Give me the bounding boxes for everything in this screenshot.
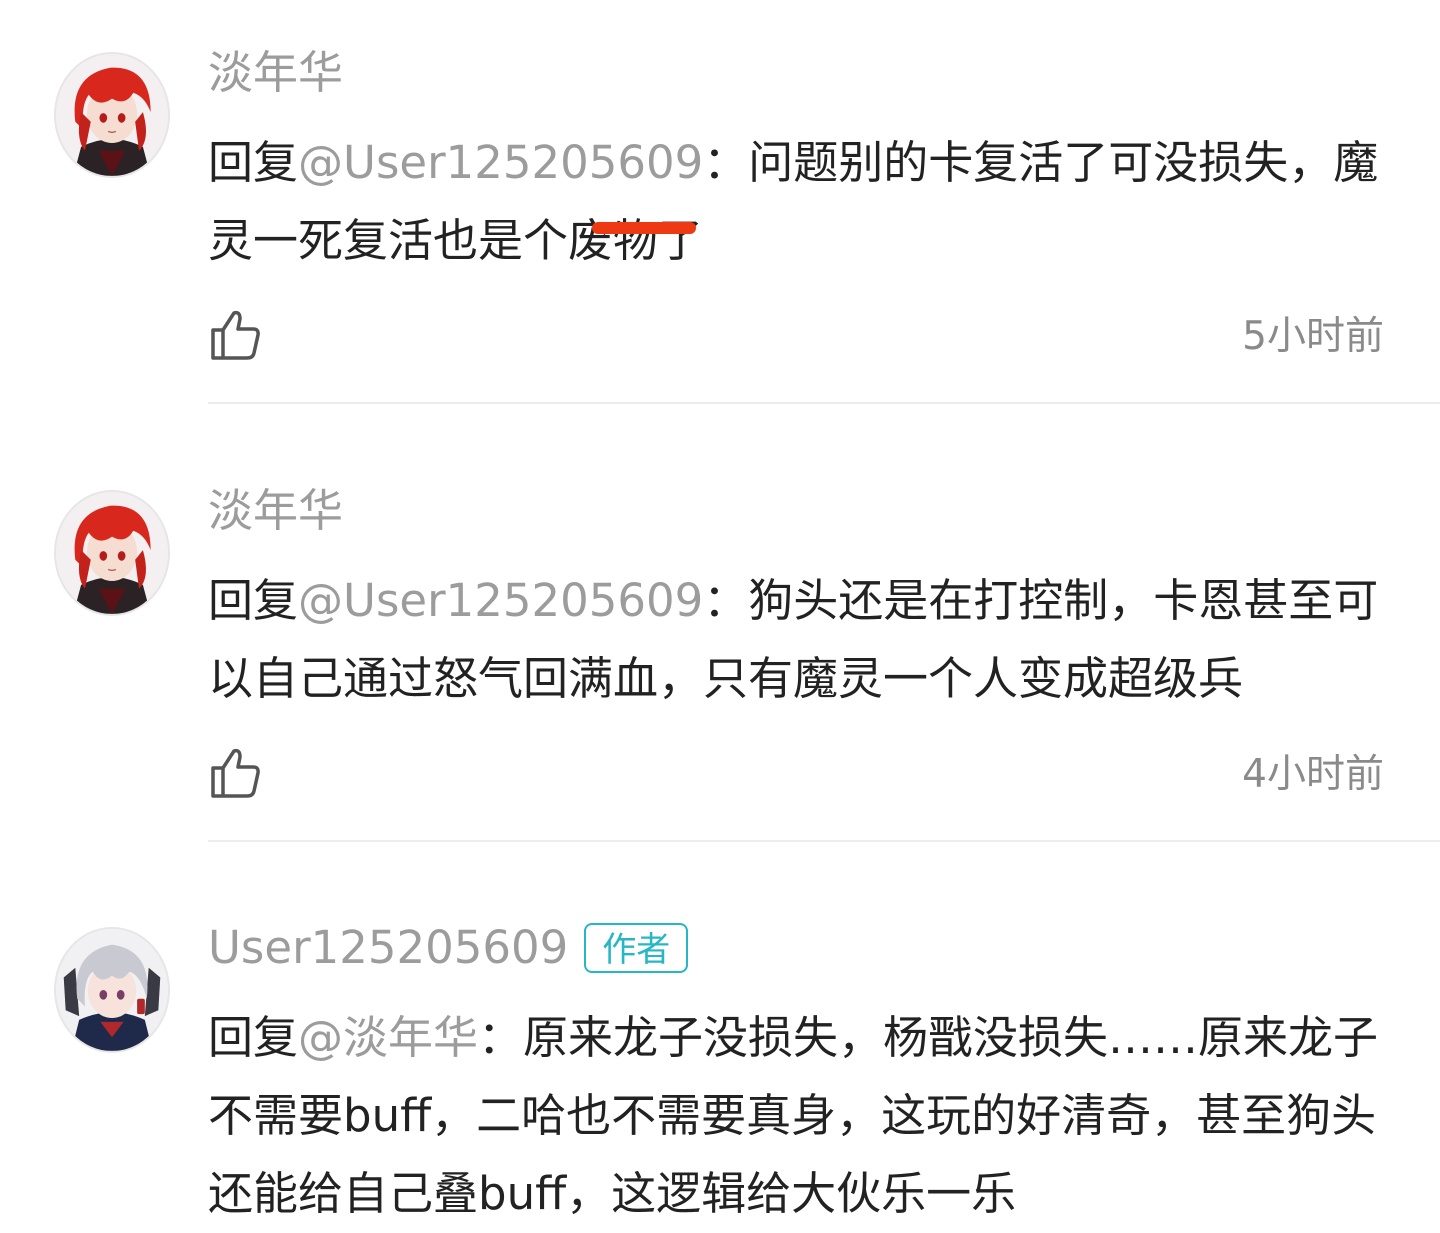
username[interactable]: 淡年华 [208,482,343,540]
reply-prefix: 回复 [208,1011,299,1064]
thumbs-up-icon[interactable] [208,308,262,362]
red-haired-anime-character-avatar [56,492,168,614]
mention-link[interactable]: @淡年华 [298,1011,478,1064]
comment-body: 回复@User125205609：问题别的卡复活了可没损失，魔灵一死复活也是个废… [208,124,1408,280]
censored-word: 废物 [568,214,697,267]
divider [208,840,1440,842]
censor-strike-mark [592,222,697,234]
comment-body: 回复@淡年华：原来龙子没损失，杨戬没损失……原来龙子不需要buff，二哈也不需要… [208,999,1408,1233]
divider [208,402,1440,404]
timestamp: 5小时前 [1242,314,1384,359]
username-text[interactable]: 淡年华 [208,482,343,540]
mention-link[interactable]: @User125205609 [298,136,703,189]
red-haired-anime-character-avatar [56,54,168,176]
username[interactable]: 淡年华 [208,44,343,102]
author-badge: 作者 [584,923,689,973]
silver-haired-anime-character-avatar [56,929,168,1051]
reply-prefix: 回复 [208,136,299,189]
thumbs-up-icon[interactable] [208,746,262,800]
user-avatar[interactable] [54,52,170,178]
username-text[interactable]: 淡年华 [208,44,343,102]
reply-prefix: 回复 [208,574,299,627]
user-avatar[interactable] [54,490,170,616]
username[interactable]: User125205609 作者 [208,919,689,977]
user-avatar[interactable] [54,927,170,1053]
comment-body: 回复@User125205609：狗头还是在打控制，卡恩甚至可以自己通过怒气回满… [208,562,1408,718]
mention-link[interactable]: @User125205609 [298,574,703,627]
username-text[interactable]: User125205609 [208,919,568,977]
timestamp: 4小时前 [1242,752,1384,797]
